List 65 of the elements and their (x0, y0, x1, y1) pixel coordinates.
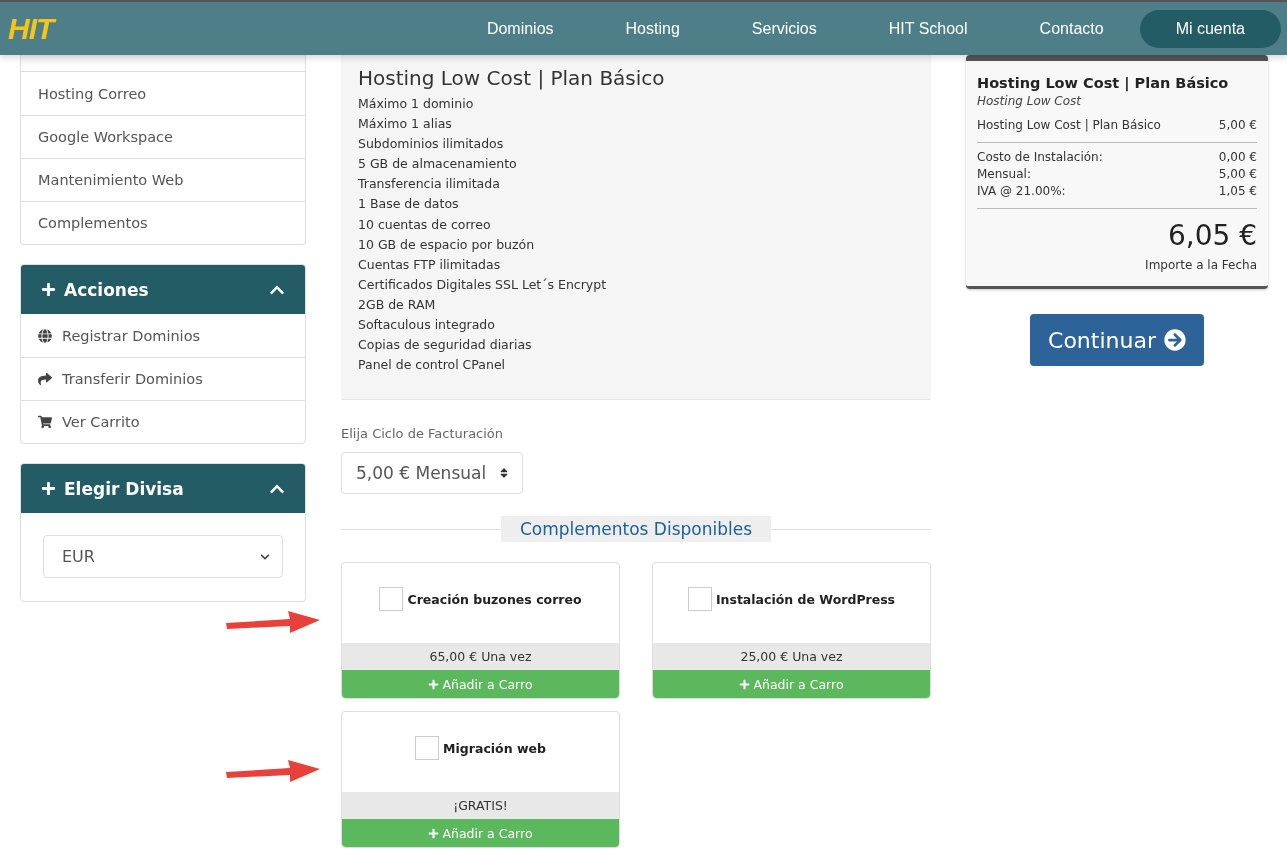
feature-text: Panel de control CPanel (358, 356, 507, 375)
line-amount: 5,00 € (1218, 117, 1257, 134)
plus-icon (41, 282, 56, 297)
line-label: IVA @ 21.00%: (977, 183, 1066, 200)
summary-subtitle: Hosting Low Cost (977, 94, 1083, 108)
globe-icon (38, 328, 52, 343)
panel-title: Elegir Divisa (64, 478, 185, 499)
line-label: Hosting Low Cost | Plan Básico (977, 117, 1161, 134)
category-item[interactable]: Mantenimiento Web (21, 158, 305, 201)
nav-link[interactable]: Hosting (589, 9, 716, 48)
chevron-down-icon (260, 551, 270, 562)
addon-name: Instalación de WordPress (715, 591, 896, 607)
category-item[interactable]: Hosting Correo (21, 72, 305, 115)
checkbox[interactable] (415, 736, 440, 761)
feature-text: Copias de seguridad diarias (358, 336, 533, 355)
cart-icon (38, 415, 52, 429)
addon-name: Migración web (443, 740, 546, 756)
action-item[interactable]: Registrar Dominios (21, 314, 305, 357)
nav-link[interactable]: Servicios (715, 9, 853, 48)
total-amount: 6,05 € (1166, 219, 1257, 252)
nav-link[interactable]: Mi cuenta (1139, 9, 1281, 48)
line-amount: 5,00 € (1218, 166, 1257, 183)
nav-link[interactable]: Dominios (450, 9, 590, 48)
line-label: Costo de Instalación: (977, 149, 1103, 166)
section-heading: Complementos Disponibles (500, 516, 772, 543)
summary-title: Hosting Low Cost | Plan Básico (977, 75, 1230, 91)
feature-text: Cuentas FTP ilimitadas (358, 255, 502, 274)
plus-icon (41, 481, 56, 496)
checkbox[interactable] (379, 587, 404, 612)
continue-button[interactable]: Continuar (1030, 314, 1204, 366)
currency-select[interactable]: EUR (43, 535, 283, 578)
billing-cycle-select[interactable]: 5,00 € Mensual (341, 452, 524, 495)
feature-text: 10 GB de espacio por buzón (358, 235, 536, 254)
addon-name: Creación buzones correo (407, 591, 582, 607)
feature-text: 2GB de RAM (358, 295, 437, 314)
nav-link[interactable]: HIT School (852, 9, 1004, 48)
action-item[interactable]: Ver Carrito (21, 400, 305, 443)
nav-link[interactable]: Contacto (1003, 9, 1140, 48)
action-item[interactable]: Transferir Dominios (21, 357, 305, 400)
plus-icon (428, 827, 440, 839)
addon-price: ¡GRATIS! (342, 792, 619, 820)
line-label: Mensual: (977, 166, 1031, 183)
product-title: Hosting Low Cost | Plan Básico (358, 66, 666, 90)
feature-text: Softaculous integrado (358, 316, 496, 335)
billing-label: Elija Ciclo de Facturación (341, 426, 505, 442)
panel-title: Acciones (64, 279, 150, 300)
addon-price: 25,00 € Una vez (653, 643, 930, 671)
category-item[interactable]: Complementos (21, 201, 305, 244)
feature-text: Máximo 1 dominio (358, 95, 475, 113)
feature-text: Subdominios ilimitados (358, 135, 505, 154)
line-amount: 1,05 € (1218, 183, 1257, 200)
plus-icon (428, 678, 440, 690)
checkbox[interactable] (687, 587, 712, 612)
feature-text: Transferencia ilimitada (358, 175, 501, 194)
feature-text: 10 cuentas de correo (358, 215, 492, 234)
feature-text: Máximo 1 alias (358, 115, 453, 134)
share-arrow-icon (38, 372, 52, 386)
feature-text: 1 Base de datos (358, 195, 460, 214)
plus-icon (739, 678, 751, 690)
line-amount: 0,00 € (1218, 149, 1257, 166)
feature-text: Certificados Digitales SSL Let´s Encrypt (358, 275, 608, 294)
feature-text: 5 GB de almacenamiento (358, 155, 518, 174)
total-label: Importe a la Fecha (1144, 258, 1257, 272)
category-item[interactable]: Google Workspace (21, 115, 305, 158)
addon-price: 65,00 € Una vez (342, 643, 619, 671)
